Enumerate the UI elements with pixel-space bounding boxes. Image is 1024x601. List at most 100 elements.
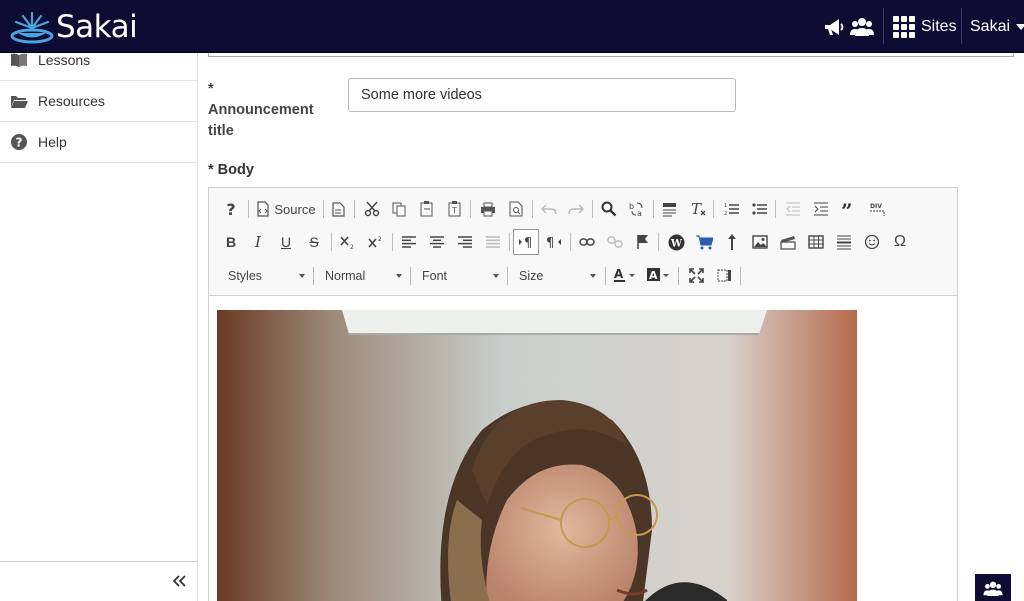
sidebar-item-label: Resources [38, 93, 105, 109]
toolbar-separator [507, 267, 508, 285]
previous-field-edge [208, 53, 1014, 57]
size-dropdown-label: Size [519, 269, 544, 283]
cut-icon[interactable] [360, 198, 384, 220]
superscript-icon[interactable]: 2 [364, 231, 388, 253]
help-icon: ? [11, 134, 27, 150]
align-right-icon[interactable] [453, 231, 477, 253]
svg-text:¶: ¶ [524, 236, 532, 249]
underline-icon[interactable]: U [274, 231, 298, 253]
outdent-icon[interactable] [781, 198, 805, 220]
svg-text:b: b [629, 202, 634, 211]
text-color-button[interactable]: A [611, 264, 639, 286]
format-dropdown[interactable]: Normal [318, 265, 406, 287]
preview-icon[interactable] [504, 198, 528, 220]
toolbar-separator [740, 267, 741, 285]
sites-button[interactable]: Sites [893, 14, 957, 40]
justify-icon[interactable] [481, 231, 505, 253]
paste-icon[interactable] [415, 198, 439, 220]
users-icon [983, 581, 1003, 596]
horizontal-rule-icon[interactable] [832, 231, 856, 253]
paste-text-icon[interactable]: T [443, 198, 467, 220]
sidebar-item-lessons[interactable]: Lessons [0, 40, 197, 81]
source-button[interactable]: Source [255, 198, 317, 220]
remove-format-icon[interactable]: T [686, 198, 710, 220]
styles-dropdown-label: Styles [228, 269, 263, 283]
background-color-icon: A [647, 268, 669, 282]
dropdown-arrow-icon [590, 274, 596, 278]
text-direction-ltr-icon[interactable]: ¶ [513, 229, 539, 255]
italic-icon[interactable]: I [246, 231, 270, 253]
user-menu-label: Sakai [970, 18, 1011, 35]
blockquote-icon[interactable]: ” [837, 198, 861, 220]
editor-content-area[interactable] [209, 296, 957, 601]
align-center-icon[interactable] [425, 231, 449, 253]
redo-icon[interactable] [564, 198, 588, 220]
styles-dropdown[interactable]: Styles [221, 265, 309, 287]
announcement-title-input[interactable] [348, 78, 736, 112]
background-color-button[interactable]: A [645, 264, 673, 286]
font-dropdown[interactable]: Font [415, 265, 503, 287]
sidebar-item-label: Lessons [38, 52, 91, 68]
anchor-flag-icon[interactable] [631, 231, 655, 253]
show-blocks-icon[interactable] [712, 264, 736, 286]
title-label-text: Announcement title [208, 102, 314, 139]
chat-button[interactable] [975, 574, 1011, 601]
link-icon[interactable] [575, 231, 599, 253]
upload-icon[interactable] [720, 231, 744, 253]
svg-text:?: ? [226, 201, 235, 217]
toolbar-separator [775, 200, 776, 218]
align-left-icon[interactable] [397, 231, 421, 253]
announcement-title-label: * Announcement title [208, 79, 328, 142]
find-icon[interactable] [597, 198, 621, 220]
print-icon[interactable] [476, 198, 500, 220]
bulleted-list-icon[interactable] [748, 198, 772, 220]
webcam-photo [217, 310, 857, 601]
required-marker: * [208, 81, 214, 97]
text-direction-rtl-icon[interactable]: ¶ [542, 231, 566, 253]
megaphone-icon[interactable] [822, 15, 846, 39]
video-clapper-icon[interactable] [776, 231, 800, 253]
strikethrough-icon[interactable]: S [302, 231, 326, 253]
help-icon[interactable]: ? [219, 198, 243, 220]
svg-text:T: T [451, 206, 457, 215]
sites-label: Sites [921, 18, 957, 35]
main-content: * Announcement title * Body ? Source [198, 53, 1024, 601]
templates-icon[interactable] [326, 198, 350, 220]
users-icon[interactable] [850, 15, 874, 39]
smiley-icon[interactable] [860, 231, 884, 253]
font-dropdown-label: Font [422, 269, 448, 283]
select-all-icon[interactable] [658, 198, 682, 220]
sidebar-item-help[interactable]: ? Help [0, 122, 197, 163]
collapse-sidebar-button[interactable] [0, 561, 197, 601]
numbered-list-icon[interactable]: 12 [720, 198, 744, 220]
wordpress-icon[interactable]: W [664, 231, 688, 253]
svg-text:A: A [614, 267, 624, 281]
image-icon[interactable] [748, 231, 772, 253]
special-character-icon[interactable]: Ω [888, 231, 912, 253]
indent-icon[interactable] [809, 198, 833, 220]
copy-icon[interactable] [387, 198, 411, 220]
toolbar-separator [331, 233, 332, 251]
unlink-icon[interactable] [603, 231, 627, 253]
svg-text:”: ” [841, 203, 853, 215]
toolbar-separator [354, 200, 355, 218]
rich-text-editor: ? Source T b a T 1 2 ” DIV B I U S 2 2 ¶… [208, 187, 958, 601]
toolbar-separator [658, 233, 659, 251]
sidebar-item-label: Help [38, 134, 67, 150]
user-menu-button[interactable]: Sakai [970, 14, 1024, 40]
cart-icon[interactable] [692, 231, 716, 253]
bold-icon[interactable]: B [219, 231, 243, 253]
embedded-image[interactable] [217, 310, 857, 601]
maximize-icon[interactable] [684, 264, 708, 286]
svg-text:2: 2 [724, 211, 727, 216]
table-icon[interactable] [804, 231, 828, 253]
sidebar-item-resources[interactable]: Resources [0, 81, 197, 122]
svg-text:DIV: DIV [870, 203, 882, 210]
undo-icon[interactable] [537, 198, 561, 220]
create-div-icon[interactable]: DIV [865, 198, 889, 220]
replace-icon[interactable]: ba [625, 198, 649, 220]
size-dropdown[interactable]: Size [512, 265, 600, 287]
toolbar-separator [248, 200, 249, 218]
book-icon [11, 53, 27, 67]
subscript-icon[interactable]: 2 [336, 231, 360, 253]
